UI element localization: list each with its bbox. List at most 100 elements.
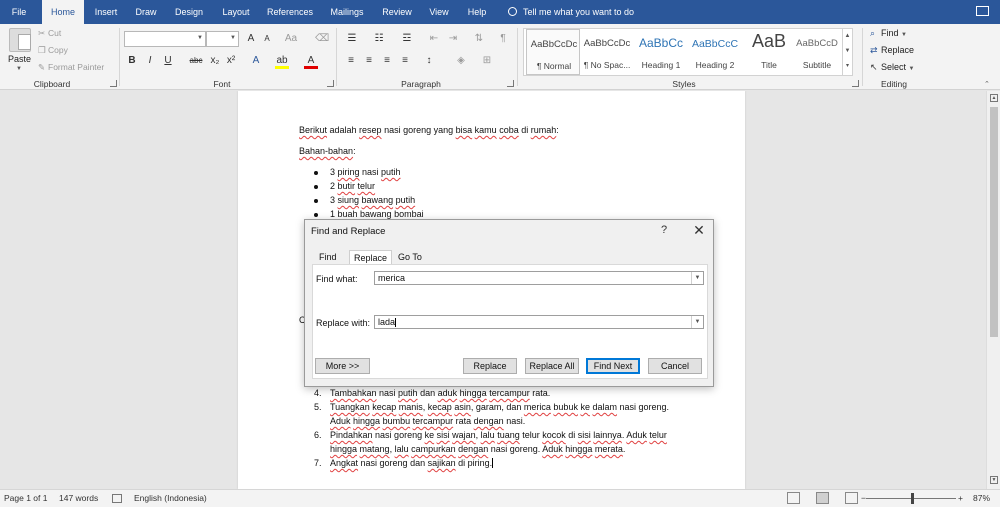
style-heading-1[interactable]: AaBbCc Heading 1 (634, 29, 688, 75)
proofing-icon[interactable] (112, 494, 122, 503)
scroll-down-icon[interactable]: ▼ (990, 476, 998, 484)
replace-button[interactable]: ⇄ Replace (870, 45, 914, 56)
brush-icon: ✎ (38, 62, 46, 72)
bullets-icon[interactable]: ☰ (343, 31, 361, 47)
scroll-up-icon[interactable]: ▲ (990, 94, 998, 102)
font-size-box[interactable]: ▼ (206, 31, 239, 47)
zoom-slider-thumb[interactable] (911, 493, 914, 504)
paste-dropdown-icon[interactable]: ▼ (16, 66, 22, 72)
tab-insert[interactable]: Insert (88, 0, 124, 24)
style-no-spacing[interactable]: AaBbCcDc ¶ No Spac... (580, 29, 634, 75)
align-right-icon[interactable]: ≡ (380, 53, 394, 69)
zoom-in-button[interactable]: + (958, 493, 963, 503)
subscript-button[interactable]: x₂ (208, 53, 222, 69)
bold-button[interactable]: B (125, 53, 139, 69)
replace-button[interactable]: Replace (463, 358, 517, 374)
close-icon[interactable]: ✕ (691, 222, 707, 238)
strikethrough-button[interactable]: abc (187, 53, 205, 69)
style-subtitle[interactable]: AaBbCcD Subtitle (790, 29, 844, 75)
numbering-icon[interactable]: ☷ (370, 31, 388, 47)
borders-icon[interactable]: ⊞ (478, 53, 496, 69)
text-run: hingga (330, 444, 358, 454)
tab-design[interactable]: Design (170, 0, 208, 24)
step-number: 4. (314, 388, 322, 398)
paste-icon[interactable] (9, 28, 31, 52)
scroll-down-icon[interactable]: ▼ (843, 44, 852, 59)
highlight-button[interactable]: ab (275, 53, 289, 69)
align-left-icon[interactable]: ≡ (344, 53, 358, 69)
tab-help[interactable]: Help (462, 0, 492, 24)
style-heading-2[interactable]: AaBbCcC Heading 2 (688, 29, 742, 75)
tab-layout[interactable]: Layout (216, 0, 256, 24)
web-layout-icon[interactable] (845, 492, 858, 504)
sort-icon[interactable]: ⇅ (472, 31, 486, 47)
read-mode-icon[interactable] (787, 492, 800, 504)
grow-font-button[interactable]: A (244, 31, 258, 47)
tab-mailings[interactable]: Mailings (324, 0, 370, 24)
scroll-up-icon[interactable]: ▲ (843, 29, 852, 44)
styles-launcher-icon[interactable] (852, 80, 859, 87)
more-button[interactable]: More >> (315, 358, 370, 374)
font-launcher-icon[interactable] (327, 80, 334, 87)
text-run: Angkat (330, 458, 359, 468)
justify-icon[interactable]: ≡ (398, 53, 412, 69)
tab-view[interactable]: View (424, 0, 454, 24)
select-button[interactable]: ↖ Select ▼ (870, 62, 914, 73)
font-color-button[interactable]: A (304, 53, 318, 69)
align-center-icon[interactable]: ≡ (362, 53, 376, 69)
change-case-button[interactable]: Aa (282, 31, 300, 47)
chevron-down-icon[interactable]: ▼ (691, 316, 703, 328)
tab-review[interactable]: Review (378, 0, 416, 24)
clipboard-launcher-icon[interactable] (110, 80, 117, 87)
comments-icon[interactable] (976, 6, 989, 16)
shrink-font-button[interactable]: A (260, 31, 274, 47)
word-count[interactable]: 147 words (59, 493, 98, 503)
find-button[interactable]: ⌕ Find ▼ (870, 28, 907, 39)
multilevel-list-icon[interactable]: ☲ (398, 31, 416, 47)
text-run: bawang (360, 209, 392, 219)
cut-button[interactable]: ✂ Cut (38, 28, 61, 39)
line-spacing-icon[interactable]: ↕ (420, 53, 438, 69)
font-name-box[interactable]: ▼ (124, 31, 206, 47)
cancel-button[interactable]: Cancel (648, 358, 702, 374)
format-painter-button[interactable]: ✎ Format Painter (38, 62, 104, 73)
tell-me-search[interactable]: Tell me what you want to do (508, 0, 634, 24)
paragraph-launcher-icon[interactable] (507, 80, 514, 87)
italic-button[interactable]: I (143, 53, 157, 69)
page-count[interactable]: Page 1 of 1 (4, 493, 47, 503)
vertical-scrollbar[interactable]: ▲ ▼ (986, 91, 1000, 489)
dialog-tab-find[interactable]: Find (315, 250, 341, 265)
style-title[interactable]: AaB Title (742, 29, 796, 75)
tab-references[interactable]: References (264, 0, 316, 24)
help-button[interactable]: ? (661, 224, 667, 236)
dialog-tab-goto[interactable]: Go To (394, 250, 426, 265)
scroll-thumb[interactable] (990, 107, 998, 337)
copy-button[interactable]: ❐ Copy (38, 45, 68, 56)
replace-all-button[interactable]: Replace All (525, 358, 579, 374)
tab-home[interactable]: Home (42, 0, 84, 26)
find-next-button[interactable]: Find Next (586, 358, 640, 374)
replace-with-field[interactable]: lada ▼ (374, 315, 704, 329)
find-what-field[interactable]: merica ▼ (374, 271, 704, 285)
bullet-marker (314, 171, 318, 175)
more-styles-icon[interactable]: ▾ (843, 59, 852, 74)
zoom-level[interactable]: 87% (973, 493, 990, 503)
tab-file[interactable]: File (0, 0, 38, 24)
text-effects-button[interactable]: A (249, 53, 263, 69)
dialog-tab-replace[interactable]: Replace (349, 250, 393, 265)
tab-draw[interactable]: Draw (130, 0, 162, 24)
increase-indent-icon[interactable]: ⇥ (446, 31, 460, 47)
decrease-indent-icon[interactable]: ⇤ (427, 31, 441, 47)
superscript-button[interactable]: x² (224, 53, 238, 69)
collapse-ribbon-icon[interactable]: ⌃ (984, 80, 990, 88)
print-layout-icon[interactable] (816, 492, 829, 504)
chevron-down-icon[interactable]: ▼ (691, 272, 703, 284)
style-normal[interactable]: AaBbCcDc ¶ Normal (526, 29, 580, 75)
paste-button[interactable]: Paste (8, 54, 31, 64)
language-status[interactable]: English (Indonesia) (134, 493, 207, 503)
shading-icon[interactable]: ◈ (452, 53, 470, 69)
underline-button[interactable]: U (161, 53, 175, 69)
styles-scroll[interactable]: ▲ ▼ ▾ (842, 29, 852, 75)
clear-formatting-icon[interactable]: ⌫ (315, 31, 329, 47)
show-marks-button[interactable]: ¶ (496, 31, 510, 47)
